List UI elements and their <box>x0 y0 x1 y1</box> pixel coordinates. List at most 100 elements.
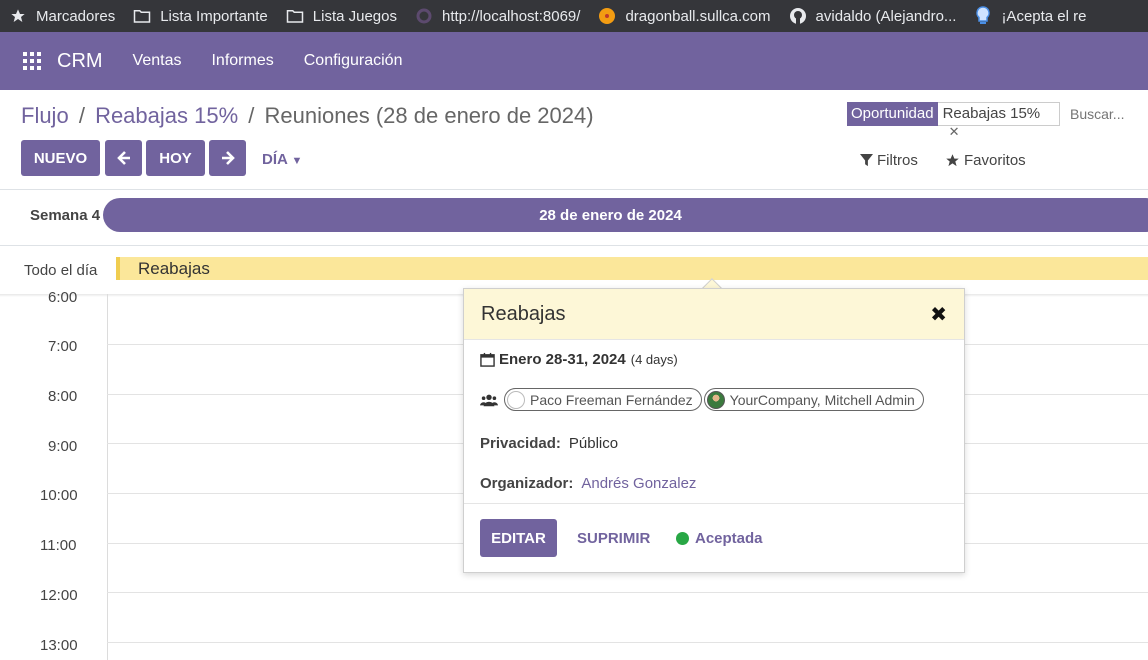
allday-event[interactable]: Reabajas <box>116 257 1148 280</box>
arrow-right-icon <box>221 151 235 165</box>
day-header: 28 de enero de 2024 <box>103 198 1148 232</box>
delete-button[interactable]: SUPRIMIR <box>577 530 650 547</box>
popover-date: Enero 28-31, 2024 <box>499 351 626 368</box>
hour-label: 11:00 <box>40 537 77 554</box>
bulb-icon <box>974 6 992 25</box>
status-label: Aceptada <box>695 530 763 547</box>
menu-informes[interactable]: Informes <box>211 52 273 70</box>
popover-organizer-row: Organizador: Andrés Gonzalez <box>480 475 696 492</box>
bookmark-marcadores[interactable]: Marcadores <box>0 0 124 32</box>
time-axis-line <box>107 294 108 660</box>
bookmark-label: avidaldo (Alejandro... <box>815 7 957 25</box>
search-input[interactable] <box>1068 105 1148 123</box>
github-icon <box>789 7 807 25</box>
attendance-status[interactable]: Aceptada <box>676 530 763 547</box>
filters-label: Filtros <box>877 152 918 169</box>
hour-label: 8:00 <box>48 388 78 405</box>
popover-title: Reabajas <box>481 302 566 325</box>
hour-line <box>107 642 1148 643</box>
allday-label: Todo el día <box>24 262 98 279</box>
caret-down-icon: ▼ <box>291 155 303 167</box>
bookmark-lista-juegos[interactable]: Lista Juegos <box>277 0 406 32</box>
bookmark-label: dragonball.sullca.com <box>625 7 771 25</box>
popover-date-row: Enero 28-31, 2024 (4 days) <box>480 351 678 368</box>
folder-icon <box>286 7 304 25</box>
hour-label: 12:00 <box>40 587 78 604</box>
top-navbar: CRM Ventas Informes Configuración <box>0 32 1148 90</box>
privacy-value: Público <box>568 435 619 452</box>
bookmark-label: Lista Juegos <box>312 7 397 25</box>
next-button[interactable] <box>209 140 246 176</box>
divider <box>0 245 1148 246</box>
calendar-icon <box>480 352 495 367</box>
breadcrumb-reabajas[interactable]: Reabajas 15% <box>95 103 238 128</box>
hour-label: 7:00 <box>48 338 78 355</box>
attendee-tag[interactable]: Paco Freeman Fernández <box>504 388 702 411</box>
divider <box>464 503 964 504</box>
popover-attendees-row: Paco Freeman Fernández YourCompany, Mitc… <box>480 388 926 411</box>
organizer-label: Organizador: <box>480 475 574 492</box>
avatar <box>507 390 525 409</box>
avatar <box>706 390 725 409</box>
app-brand[interactable]: CRM <box>57 50 103 73</box>
organizer-link[interactable]: Andrés Gonzalez <box>581 475 696 492</box>
breadcrumb-separator: / <box>78 103 85 128</box>
popover-privacy-row: Privacidad: Público <box>480 435 618 452</box>
edit-button[interactable]: EDITAR <box>480 519 557 557</box>
breadcrumb-current: Reuniones (28 de enero de 2024) <box>264 103 594 128</box>
hour-label: 9:00 <box>48 438 78 455</box>
bookmark-acepta[interactable]: ¡Acepta el re <box>965 0 1095 32</box>
scale-label: DÍA <box>262 151 288 168</box>
apps-menu-icon[interactable] <box>23 52 41 70</box>
attendee-name: Paco Freeman Fernández <box>530 391 693 408</box>
hour-label: 6:00 <box>48 289 78 306</box>
bookmark-dragonball[interactable]: dragonball.sullca.com <box>589 0 779 32</box>
scale-dropdown[interactable]: DÍA ▼ <box>262 151 302 168</box>
divider <box>0 189 1148 190</box>
favorites-label: Favoritos <box>964 152 1026 169</box>
bookmark-label: Marcadores <box>36 7 116 25</box>
bookmark-github[interactable]: avidaldo (Alejandro... <box>780 0 966 32</box>
star-icon <box>946 154 959 167</box>
search-facet-type: Oportunidad <box>847 102 938 126</box>
filters-button[interactable]: Filtros <box>860 152 918 169</box>
week-label: Semana 4 <box>30 207 101 224</box>
menu-configuracion[interactable]: Configuración <box>304 52 403 70</box>
new-button[interactable]: NUEVO <box>21 140 100 176</box>
attendee-tag[interactable]: YourCompany, Mitchell Admin <box>703 388 924 411</box>
filter-icon <box>860 154 873 167</box>
dragonball-icon <box>598 7 616 25</box>
arrow-left-icon <box>116 151 130 165</box>
hour-label: 13:00 <box>40 637 78 654</box>
search-facet: Reabajas 15% ✕ <box>937 102 1060 139</box>
today-button[interactable]: HOY <box>146 140 205 176</box>
attendee-name: YourCompany, Mitchell Admin <box>729 391 915 408</box>
bookmark-lista-importante[interactable]: Lista Importante <box>124 0 277 32</box>
privacy-label: Privacidad: <box>480 435 561 452</box>
bookmark-label: ¡Acepta el re <box>1001 7 1087 25</box>
odoo-icon <box>415 7 433 25</box>
remove-facet-icon[interactable]: ✕ <box>949 124 960 139</box>
star-icon <box>9 7 27 25</box>
hour-line <box>107 592 1148 593</box>
popover-header: Reabajas ✖ <box>464 289 964 340</box>
search-facet-value: Reabajas 15% <box>942 105 1041 122</box>
bookmarks-bar: Marcadores Lista Importante Lista Juegos… <box>0 0 1148 32</box>
previous-button[interactable] <box>105 140 142 176</box>
breadcrumb-flujo[interactable]: Flujo <box>21 103 69 128</box>
folder-icon <box>133 7 151 25</box>
breadcrumb: Flujo / Reabajas 15% / Reuniones (28 de … <box>21 103 594 129</box>
users-icon <box>480 394 498 406</box>
hour-label: 10:00 <box>40 487 78 504</box>
close-icon[interactable]: ✖ <box>930 302 947 327</box>
bookmark-label: Lista Importante <box>160 7 268 25</box>
breadcrumb-separator: / <box>248 103 255 128</box>
bookmark-localhost[interactable]: http://localhost:8069/ <box>406 0 589 32</box>
day-header-label: 28 de enero de 2024 <box>539 206 682 224</box>
favorites-button[interactable]: Favoritos <box>945 152 1026 169</box>
status-dot-icon <box>676 532 689 545</box>
bookmark-label: http://localhost:8069/ <box>442 7 581 25</box>
menu-ventas[interactable]: Ventas <box>133 52 182 70</box>
event-popover: Reabajas ✖ Enero 28-31, 2024 (4 days) Pa… <box>463 288 965 573</box>
search-bar: Oportunidad Reabajas 15% ✕ <box>847 100 1148 139</box>
